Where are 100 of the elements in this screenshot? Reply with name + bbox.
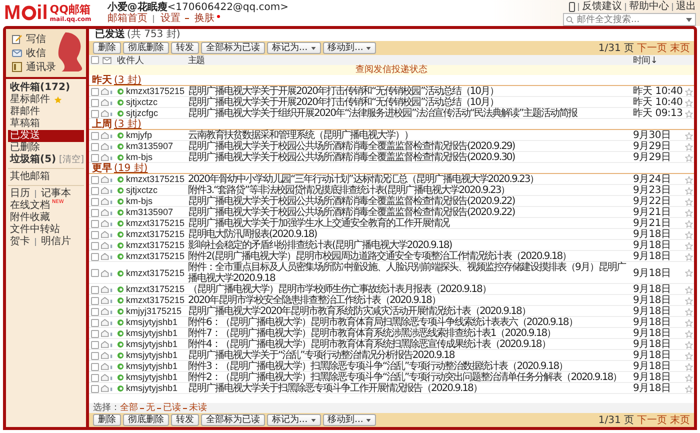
- mail-row[interactable]: kmsjytyjshb1 附件6：（昆明广播电视大学）昆明市教育体育局扫黑除恶专项斗争线索统计表表六（2020.9.18） 9月18日: [89, 317, 694, 328]
- last-page-link[interactable]: 末页: [670, 41, 690, 55]
- star-toggle[interactable]: [684, 362, 692, 370]
- mail-row[interactable]: kmsjytyjshb1 昆明广播电视大学关于“治乱”专项行动整治情况分析报告2020.9.18 9月18日: [89, 350, 694, 361]
- delivery-status-link[interactable]: 查阅发信投递状态: [356, 65, 428, 75]
- row-checkbox[interactable]: [91, 230, 99, 238]
- row-checkbox[interactable]: [91, 269, 99, 277]
- mail-row[interactable]: kmsjytyjshb1 附件4：（昆明广播电视大学）昆明市教育体育系统扫黑除恶宣传成果统计表（2020.9.18） 9月18日: [89, 339, 694, 350]
- header-link[interactable]: 邮箱首页: [107, 13, 148, 24]
- folder-item[interactable]: 垃圾箱(5): [8, 154, 58, 166]
- column-header[interactable]: 时间↓: [633, 54, 683, 66]
- group-count-link[interactable]: (19 封): [114, 163, 148, 174]
- row-checkbox[interactable]: [91, 296, 99, 304]
- folder-item[interactable]: 群邮件: [8, 106, 42, 118]
- mail-row[interactable]: km-bjs 昆明广播电视大学关于校园公共场所酒精消毒全覆盖监督检查情况报告(2020.9.30) 9月29日: [89, 152, 694, 163]
- tool-link[interactable]: 贺卡: [8, 236, 32, 248]
- toolbar-button[interactable]: 标记为...: [267, 42, 321, 54]
- toolbar-button[interactable]: 转发: [171, 414, 199, 426]
- phone-icon[interactable]: [569, 2, 575, 12]
- star-toggle[interactable]: [684, 384, 692, 392]
- star-toggle[interactable]: [684, 154, 692, 162]
- row-checkbox[interactable]: [91, 318, 99, 326]
- tool-link[interactable]: 日历: [8, 188, 32, 200]
- toolbar-button[interactable]: 全部标为已读: [201, 42, 265, 54]
- row-checkbox[interactable]: [91, 308, 99, 316]
- row-checkbox[interactable]: [91, 362, 99, 370]
- mail-row[interactable]: sjtjzcfgc 昆明广播电视大学关于组织开展2020年“法律服务进校园”法治宣传活动“民法典解读”主题活动简报 昨天 09:13: [89, 108, 694, 119]
- header-link[interactable]: 换肤: [194, 13, 214, 24]
- tool-link[interactable]: 附件收藏: [8, 212, 52, 224]
- star-toggle[interactable]: [684, 186, 692, 194]
- star-toggle[interactable]: [684, 88, 692, 96]
- star-toggle[interactable]: [684, 374, 692, 382]
- row-checkbox[interactable]: [91, 252, 99, 260]
- mail-row[interactable]: kmsjytyjshb1 附件3：（昆明广播电视大学）扫黑除恶专项斗争“治乱”专项行动整治数据统计表（2020.9.18） 9月18日: [89, 361, 694, 372]
- top-link[interactable]: 帮助中心: [629, 1, 669, 12]
- star-toggle[interactable]: [684, 208, 692, 216]
- select-option-link[interactable]: 全部: [120, 403, 138, 413]
- mail-row[interactable]: kmsjytyjshb1 附件2：（昆明广播电视大学）扫黑除恶专项斗争“治乱”专项行动突出问题整治清单任务分解表（2020.9.18） 9月18日: [89, 372, 694, 383]
- folder-item[interactable]: 草稿箱: [8, 118, 42, 130]
- star-toggle[interactable]: [684, 198, 692, 206]
- folder-item[interactable]: 已发送: [8, 130, 84, 142]
- mail-row[interactable]: kmzxt3175215 昆明广播电视大学关于开展2020年打击传销和“无传销校园”活动总结（10月） 昨天 10:40: [89, 86, 694, 97]
- select-option-link[interactable]: 已读: [163, 403, 181, 413]
- star-toggle[interactable]: [684, 308, 692, 316]
- row-checkbox[interactable]: [91, 186, 99, 194]
- row-checkbox[interactable]: [91, 98, 99, 106]
- row-checkbox[interactable]: [91, 88, 99, 96]
- top-link[interactable]: 退出: [676, 1, 696, 12]
- toolbar-button[interactable]: 删除: [93, 414, 121, 426]
- select-option-link[interactable]: 无: [146, 403, 155, 413]
- toolbar-button[interactable]: 彻底删除: [123, 414, 169, 426]
- column-header[interactable]: 收件人: [117, 54, 186, 66]
- select-all-checkbox[interactable]: [91, 56, 99, 64]
- tool-link[interactable]: 在线文档: [8, 200, 52, 212]
- star-toggle[interactable]: [684, 230, 692, 238]
- folder-item[interactable]: 其他邮箱: [8, 171, 52, 183]
- star-toggle[interactable]: [684, 330, 692, 338]
- star-toggle[interactable]: [684, 269, 692, 277]
- mail-row[interactable]: kmsjytyjshb1 昆明广播电视大学关于扫黑除恶专项斗争工作开展情况报告（2020.9.18） 9月18日: [89, 383, 694, 394]
- star-toggle[interactable]: [684, 340, 692, 348]
- group-count-link[interactable]: (3 封): [114, 75, 142, 86]
- row-checkbox[interactable]: [91, 286, 99, 294]
- select-option-link[interactable]: 未读: [189, 403, 207, 413]
- search-field[interactable]: 邮件全文搜索...: [563, 13, 696, 26]
- star-toggle[interactable]: [684, 110, 692, 118]
- star-toggle[interactable]: [684, 98, 692, 106]
- folder-item[interactable]: 收件箱(172): [8, 82, 72, 94]
- sidebar-action[interactable]: 写信: [12, 32, 56, 46]
- folder-item[interactable]: 星标邮件: [8, 94, 52, 106]
- sidebar-action[interactable]: 收信: [12, 46, 56, 60]
- star-toggle[interactable]: [684, 296, 692, 304]
- row-checkbox[interactable]: [91, 384, 99, 392]
- toolbar-button[interactable]: 移动到...: [322, 42, 376, 54]
- mail-row[interactable]: sjtjxctzc 昆明广播电视大学关于开展2020年打击传销和“无传销校园”活动总结（10月） 昨天 10:40: [89, 97, 694, 108]
- mail-row[interactable]: kmzxt3175215 （昆明广播电视大学）昆明市学校师生伤亡事故统计表月报表（2020.9.18） 9月18日: [89, 284, 694, 295]
- row-checkbox[interactable]: [91, 154, 99, 162]
- header-link[interactable]: 设置: [160, 13, 180, 24]
- row-checkbox[interactable]: [91, 176, 99, 184]
- mail-row[interactable]: kmzxt3175215 影响社会稳定的矛盾纠纷排查统计表(昆明广播电视大学2020.9.18) 9月18日: [89, 240, 694, 251]
- mail-row[interactable]: kmjyfp 云南教育扶贫数据采和管理系统（昆明广播电视大学）） 9月30日: [89, 130, 694, 141]
- row-checkbox[interactable]: [91, 110, 99, 118]
- toolbar-button[interactable]: 全部标为已读: [201, 414, 265, 426]
- tool-link[interactable]: 文件中转站: [8, 224, 62, 236]
- toolbar-button[interactable]: 删除: [93, 42, 121, 54]
- row-checkbox[interactable]: [91, 142, 99, 150]
- row-checkbox[interactable]: [91, 198, 99, 206]
- mail-row[interactable]: kmzxt3175215 附件：全市重点目标及人员密集场所防冲撞设施、人脸识别前端探头、视频监控存储建设摸排表（9月）昆明广播电视大学2020.9.18 9月18日: [89, 262, 694, 284]
- row-checkbox[interactable]: [91, 242, 99, 250]
- star-toggle[interactable]: [684, 286, 692, 294]
- mail-row[interactable]: kmzxt3175215 2020年昆明市学校安全隐患排查整治工作统计表（2020.9.18） 9月18日: [89, 295, 694, 306]
- tool-link[interactable]: 明信片: [39, 236, 73, 248]
- mail-row[interactable]: kmzxt3175215 附件2(昆明广播电视大学）昆明市校园周边道路交通安全专项整治工作情况统计表（2020.9.18） 9月18日: [89, 251, 694, 262]
- mail-row[interactable]: km3135907 昆明广播电视大学关于校园公共场所酒精消毒全覆盖监督检查情况报告(2020.9.22) 9月21日: [89, 207, 694, 218]
- row-checkbox[interactable]: [91, 340, 99, 348]
- mail-row[interactable]: kmsjytyjshb1 附件7：（昆明广播电视大学）昆明市教育体育系统涉黑涉恶线索排查统计表1（2020.9.18） 9月18日: [89, 328, 694, 339]
- star-toggle[interactable]: [684, 252, 692, 260]
- tool-link[interactable]: 记事本: [39, 188, 73, 200]
- star-toggle[interactable]: [684, 176, 692, 184]
- star-toggle[interactable]: [684, 318, 692, 326]
- toolbar-button[interactable]: 彻底删除: [123, 42, 169, 54]
